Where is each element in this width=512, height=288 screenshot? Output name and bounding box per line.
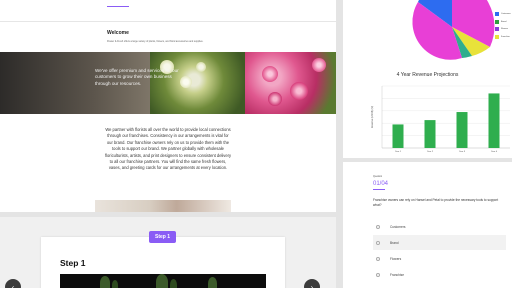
quiz-option-label: Brand xyxy=(390,240,399,245)
step-image xyxy=(60,274,266,288)
bar xyxy=(424,120,436,148)
radio-icon[interactable] xyxy=(376,256,380,261)
x-tick-label: Year 3 xyxy=(459,150,466,153)
x-tick-label: Year 1 xyxy=(395,150,402,153)
quiz-label: Question xyxy=(373,176,383,178)
bar xyxy=(456,112,468,148)
bar xyxy=(392,124,404,148)
quiz-option-flowers[interactable]: Flowers xyxy=(373,251,506,266)
quiz-option-brand[interactable]: Brand xyxy=(373,235,506,250)
quiz-option-franchise[interactable]: Franchise xyxy=(373,267,506,282)
quiz-question: Franchise owners can rely on Hansel and … xyxy=(373,198,499,207)
step-title: Step 1 xyxy=(60,258,86,268)
radio-icon[interactable] xyxy=(376,240,380,245)
flowers-thumbnail-image xyxy=(95,200,231,212)
x-tick-label: Year 4 xyxy=(491,150,498,153)
quiz-option-label: Franchise xyxy=(390,272,404,277)
x-tick-label: Year 2 xyxy=(427,150,434,153)
previous-button[interactable]: ‹ xyxy=(5,279,21,288)
radio-icon[interactable] xyxy=(376,272,380,277)
bar xyxy=(488,93,500,148)
quiz-counter: 01/04 xyxy=(373,181,389,187)
screen: Welcome Flower & Fresh offers a large va… xyxy=(0,0,512,288)
quiz-option-label: Customers xyxy=(390,224,406,229)
chevron-left-icon: ‹ xyxy=(11,282,15,288)
chevron-right-icon: › xyxy=(310,282,314,288)
bar-chart: Revenue (USD$) (M) Year 1 Year 2 Year 3 Year… xyxy=(371,85,510,153)
quiz-counter-underline xyxy=(373,189,385,190)
radio-icon[interactable] xyxy=(376,224,380,229)
step-badge: Step 1 xyxy=(149,231,176,243)
quiz-option-customers[interactable]: Customers xyxy=(373,219,506,234)
next-button[interactable]: › xyxy=(304,279,320,288)
y-axis-label: Revenue (USD$) (M) xyxy=(371,106,374,129)
quiz-option-label: Flowers xyxy=(390,256,402,261)
